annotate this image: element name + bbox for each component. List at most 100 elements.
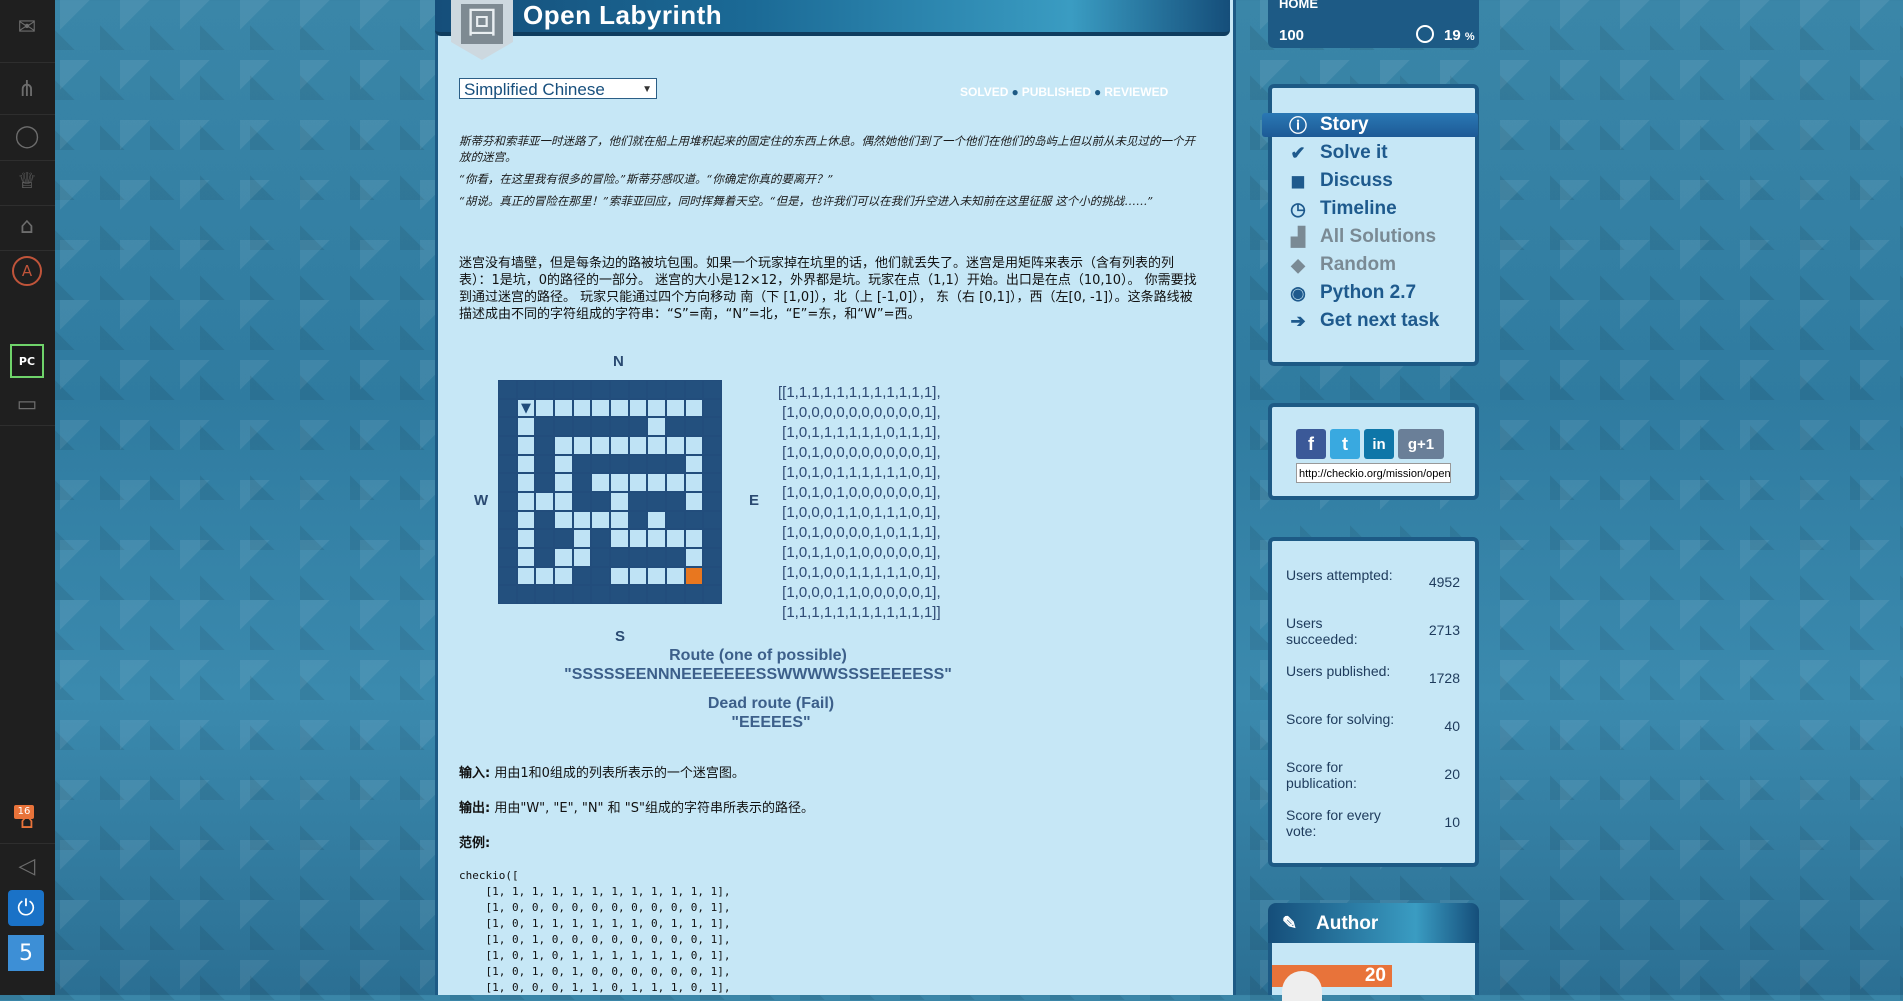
nav-timeline-label: Timeline: [1320, 198, 1397, 219]
output-description: 输出: 用由"W", "E", "N" 和 "S"组成的字符串所表示的路径。: [459, 797, 814, 816]
maze-wall-cell: [610, 417, 629, 436]
nav-timeline[interactable]: ◷ Timeline: [1286, 197, 1397, 221]
nav-random-label: Random: [1320, 254, 1396, 275]
maze-path-cell: [516, 436, 536, 455]
maze-wall-cell: [628, 417, 648, 436]
maze-wall-cell: [572, 566, 592, 586]
matrix-line: [[1,1,1,1,1,1,1,1,1,1,1,1],: [778, 384, 941, 401]
maze-wall-cell: [535, 529, 554, 548]
maze-wall-cell: [572, 492, 592, 511]
maze-wall-cell: [516, 585, 536, 604]
status-line: SOLVED ● PUBLISHED ● REVIEWED: [960, 85, 1169, 99]
twitter-label: t: [1342, 433, 1348, 454]
maze-path-cell: [684, 454, 704, 474]
maze-wall-cell: [535, 510, 554, 530]
power-icon[interactable]: ⏻: [8, 890, 44, 926]
maze-wall-cell: [610, 585, 629, 604]
maze-grid: ▼: [498, 380, 722, 604]
home-stats[interactable]: HOME 100 19 %: [1268, 0, 1479, 48]
nav-discuss[interactable]: ◼ Discuss: [1286, 169, 1393, 193]
a-circle-icon[interactable]: A: [8, 252, 46, 290]
nav-python[interactable]: ◉ Python 2.7: [1286, 281, 1416, 305]
nav-python-label: Python 2.7: [1320, 282, 1417, 303]
maze-wall-cell: [498, 417, 517, 436]
maze-path-cell: [516, 473, 536, 492]
nav-story[interactable]: ⓘ Story: [1262, 113, 1478, 137]
mission-nav: ⓘ Story ✔ Solve it ◼ Discuss ◷ Timeline ▟ All…: [1262, 84, 1479, 366]
maze-wall-cell: [572, 454, 592, 474]
rail-divider: [0, 425, 55, 426]
maze-path-cell: [610, 473, 629, 492]
nav-next-task[interactable]: ➔ Get next task: [1286, 309, 1439, 333]
google-plus-icon[interactable]: g+1: [1398, 429, 1444, 459]
maze-wall-cell: [666, 548, 685, 567]
mission-description: 迷宫没有墙壁，但是每条边的路被坑包围。如果一个玩家掉在坑里的话，他们就丢失了。迷…: [459, 256, 1197, 322]
trophy-icon[interactable]: ♕: [8, 162, 46, 200]
linkedin-icon[interactable]: in: [1364, 429, 1394, 459]
maze-wall-cell: [591, 454, 610, 474]
output-text: 用由"W", "E", "N" 和 "S"组成的字符串所表示的路径。: [490, 801, 815, 816]
maze-wall-cell: [535, 380, 554, 399]
pycharm-icon[interactable]: PC: [10, 344, 44, 378]
maze-wall-cell: [666, 454, 685, 474]
maze-path-cell: [647, 529, 666, 548]
maze-wall-cell: [591, 380, 610, 399]
tree-icon[interactable]: ⋔: [8, 70, 46, 108]
stat-value: 40: [1444, 718, 1460, 734]
matrix-line: [1,0,1,0,0,0,0,0,0,0,0,1],: [778, 444, 941, 461]
maze-path-cell: [666, 529, 685, 548]
facebook-icon[interactable]: f: [1296, 429, 1326, 459]
maze-wall-cell: [498, 510, 517, 530]
stat-value: 10: [1444, 814, 1460, 830]
maze-path-cell: [516, 417, 536, 436]
maze-wall-cell: [666, 510, 685, 530]
maze-path-cell: [572, 529, 592, 548]
rail-divider: [0, 114, 55, 115]
maze-path-cell: [610, 436, 629, 455]
maze-path-cell: [647, 566, 666, 586]
pycharm-label: PC: [18, 354, 36, 368]
maze-wall-cell: [498, 492, 517, 511]
stat-value: 4952: [1428, 574, 1460, 590]
announcement-icon[interactable]: ⌂: [8, 802, 46, 840]
maze-wall-cell: [628, 510, 648, 530]
home-label: HOME: [1279, 0, 1318, 11]
share-box: f t in g+1 http://checkio.org/mission/op…: [1268, 403, 1479, 500]
matrix-line: [1,0,1,1,0,1,0,0,0,0,0,1],: [778, 544, 941, 561]
maze-wall-cell: [498, 380, 517, 399]
page-title: Open Labyrinth: [523, 0, 723, 30]
envelope-icon[interactable]: ✉: [8, 8, 46, 46]
stat-label: Users attempted:: [1286, 567, 1393, 583]
maze-wall-cell: [628, 585, 648, 604]
input-label: 输入:: [459, 766, 491, 781]
share-url-input[interactable]: http://checkio.org/mission/open-labyrint…: [1296, 463, 1451, 483]
maze-path-cell: [572, 398, 592, 418]
maze-wall-cell: [535, 454, 554, 474]
status-published: PUBLISHED: [1021, 85, 1092, 99]
nav-all-solutions[interactable]: ▟ All Solutions: [1286, 225, 1436, 249]
route-fail-value: "EEEEES": [731, 714, 811, 731]
maze-wall-cell: [572, 380, 592, 399]
nav-next-label: Get next task: [1320, 310, 1440, 331]
five-icon[interactable]: 5: [8, 935, 44, 971]
hat-icon[interactable]: ⌂: [8, 207, 46, 245]
stat-label: Users published:: [1286, 663, 1391, 679]
speech-icon[interactable]: ◯: [8, 117, 46, 155]
megaphone-icon[interactable]: ◁: [8, 847, 46, 885]
nav-solve-it[interactable]: ✔ Solve it: [1286, 141, 1387, 165]
maze-path-cell: [591, 398, 610, 418]
stat-label: Score for publication:: [1286, 759, 1357, 791]
five-label: 5: [19, 940, 33, 966]
maze-path-cell: [516, 566, 536, 586]
language-select[interactable]: Simplified Chinese ▼: [459, 78, 657, 99]
maze-wall-cell: [703, 585, 722, 604]
nav-random[interactable]: ◆ Random: [1286, 253, 1396, 277]
maze-path-cell: [572, 436, 592, 455]
briefcase-icon[interactable]: ▭: [8, 385, 46, 423]
maze-path-cell: [572, 548, 592, 567]
matrix-line: [1,0,1,1,1,1,1,1,0,1,1,1],: [778, 424, 941, 441]
twitter-icon[interactable]: t: [1330, 429, 1360, 459]
clock-icon: ◷: [1290, 198, 1306, 219]
maze-wall-cell: [591, 529, 610, 548]
maze-path-cell: [628, 436, 648, 455]
